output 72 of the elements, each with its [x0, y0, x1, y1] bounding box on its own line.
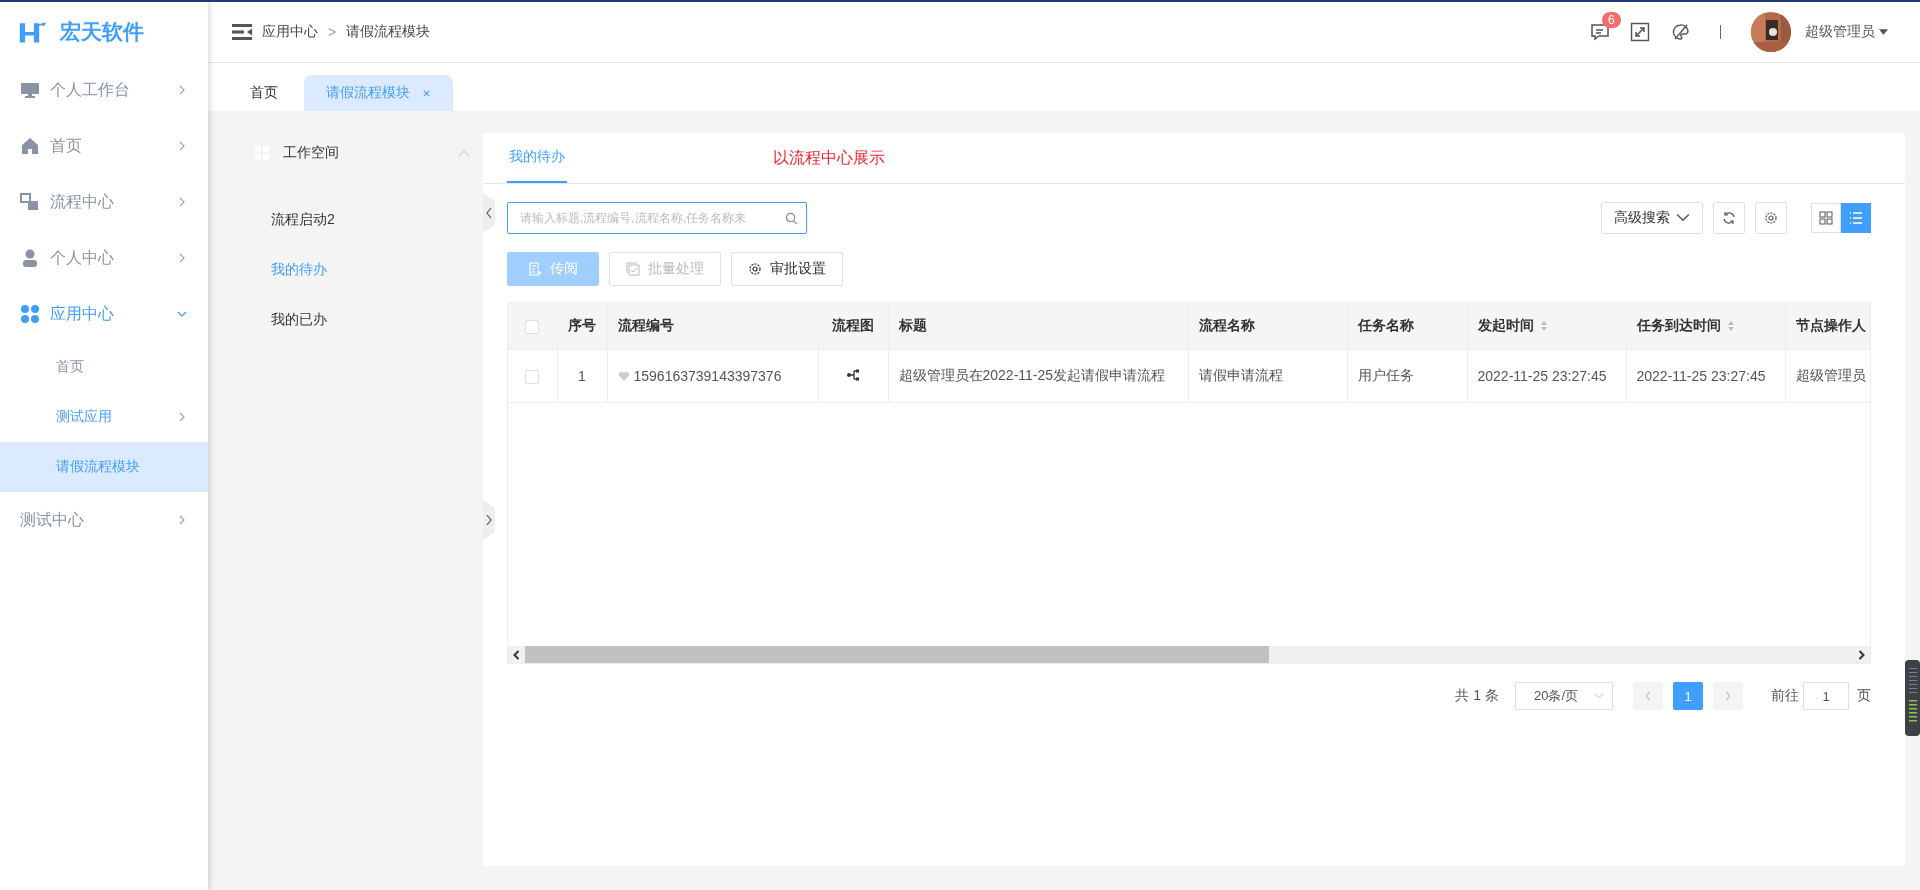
breadcrumb-item[interactable]: 请假流程模块	[346, 23, 431, 41]
refresh-icon	[1722, 211, 1736, 225]
close-icon[interactable]	[422, 88, 431, 98]
user-icon	[20, 248, 40, 268]
column-header[interactable]: 标题	[888, 303, 1188, 350]
column-header[interactable]: 任务名称	[1347, 303, 1467, 350]
sort-icon[interactable]	[1726, 320, 1735, 333]
page-size-select[interactable]: 20条/页	[1515, 682, 1613, 710]
palette-icon[interactable]	[1670, 22, 1690, 42]
note-text: 以流程中心展示	[773, 147, 885, 168]
column-header[interactable]: 流程编号	[607, 303, 818, 350]
list-icon	[1849, 211, 1863, 225]
chevron-down-icon	[1594, 691, 1604, 701]
message-icon[interactable]	[1590, 22, 1610, 42]
column-header[interactable]: 节点操作人	[1785, 303, 1870, 350]
flow-icon	[20, 192, 40, 212]
table-cell: 1	[578, 368, 586, 384]
column-header[interactable]: 任务到达时间	[1626, 303, 1785, 350]
home-icon	[20, 136, 40, 156]
goto-label: 前往	[1771, 687, 1799, 705]
menu-fold-icon[interactable]	[232, 24, 252, 40]
workspace-title[interactable]: 工作空间	[283, 144, 339, 162]
gear-icon	[748, 262, 762, 276]
logo-text: 宏天软件	[60, 19, 144, 45]
table-cell: 用户任务	[1357, 367, 1414, 383]
meter-widget-drawing[interactable]	[1904, 660, 1920, 736]
grid-view-button[interactable]	[1811, 203, 1841, 233]
table-cell: 请假申请流程	[1198, 367, 1283, 383]
list-view-button[interactable]	[1841, 203, 1871, 233]
column-header[interactable]: 发起时间	[1467, 303, 1626, 350]
chevron-right-icon	[1723, 691, 1733, 701]
search-field[interactable]: 请输入标题,流程编号,流程名称,任务名称来	[507, 202, 807, 234]
sort-icon[interactable]	[1539, 320, 1548, 333]
flow-diagram-icon[interactable]	[846, 367, 860, 382]
settings-button[interactable]	[1755, 202, 1787, 234]
column-header[interactable]: 流程名称	[1188, 303, 1347, 350]
search-icon	[785, 212, 798, 225]
row-checkbox[interactable]	[525, 370, 540, 385]
refresh-button[interactable]	[1713, 202, 1745, 234]
workspace-item[interactable]: 流程启动2	[271, 211, 335, 229]
breadcrumb-item[interactable]: 应用中心	[262, 23, 318, 41]
page-tab[interactable]: 首页	[228, 75, 300, 111]
settings-icon	[1764, 211, 1778, 225]
heart-icon[interactable]	[617, 370, 630, 382]
table-cell: 2022-11-25 23:27:45	[1636, 368, 1766, 384]
collapse-handle[interactable]	[483, 193, 495, 233]
total-count: 共 1 条	[1455, 687, 1499, 705]
table-cell: 2022-11-25 23:27:45	[1477, 368, 1607, 384]
expand-handle[interactable]	[483, 500, 495, 540]
grid-icon	[1819, 211, 1833, 225]
table-cell: 1596163739143397376	[633, 368, 782, 384]
apps-icon	[20, 304, 40, 324]
table-cell: 超级管理员	[1795, 367, 1866, 383]
horizontal-scrollbar[interactable]	[508, 646, 1870, 663]
document-icon	[528, 262, 542, 276]
user-name[interactable]: 超级管理员	[1805, 23, 1875, 41]
workspace-item[interactable]: 我的已办	[271, 311, 327, 329]
monitor-icon	[20, 80, 40, 100]
chevron-left-icon	[1643, 691, 1653, 701]
caret-down-icon[interactable]	[1879, 29, 1888, 35]
page-unit-label: 页	[1857, 687, 1871, 705]
advanced-search-button[interactable]: 高级搜索	[1601, 202, 1703, 234]
checklist-icon	[626, 262, 640, 276]
page-input[interactable]: 1	[1803, 682, 1849, 710]
approval-settings-button[interactable]: 审批设置	[731, 252, 843, 286]
breadcrumb-separator: >	[328, 24, 337, 40]
table-cell: 超级管理员在2022-11-25发起请假申请流程	[898, 367, 1166, 383]
select-all-checkbox[interactable]	[525, 320, 540, 335]
column-header[interactable]: 流程图	[818, 303, 888, 350]
column-header[interactable]: 序号	[557, 303, 607, 350]
notification-badge: 6	[1602, 12, 1621, 28]
fullscreen-icon[interactable]	[1630, 22, 1650, 42]
